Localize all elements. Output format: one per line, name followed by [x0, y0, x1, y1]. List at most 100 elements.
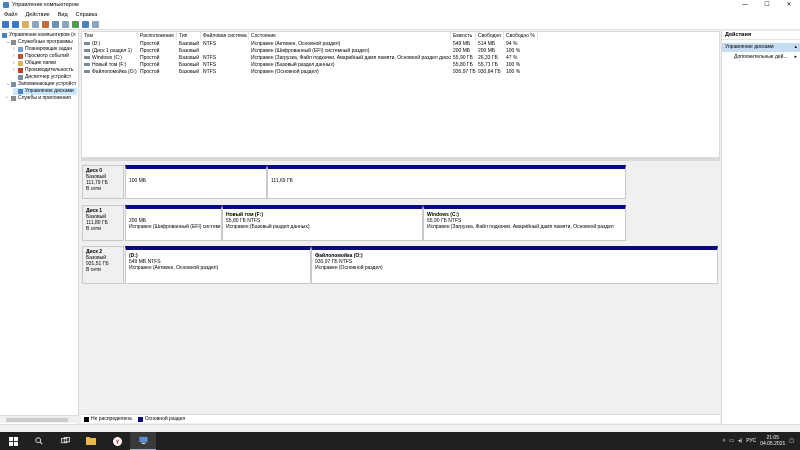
column-header-volume[interactable]: Том	[82, 32, 138, 40]
cell-capacity[interactable]: 930,97 ГБ	[451, 69, 476, 76]
column-header-filesystem[interactable]: Файловая система	[201, 32, 249, 40]
notifications-icon[interactable]: ▢	[789, 438, 794, 444]
column-header-layout[interactable]: Расположение	[138, 32, 177, 40]
cell-layout[interactable]: Простой	[138, 48, 177, 55]
start-button[interactable]	[0, 432, 26, 450]
column-header-capacity[interactable]: Емкость	[451, 32, 476, 40]
cell-volume[interactable]: Windows (C:)	[82, 55, 138, 62]
disk-0-label[interactable]: Диск 0 Базовый 111,79 ГБ В сети	[82, 165, 124, 199]
cell-type[interactable]: Базовый	[177, 48, 201, 55]
list-icon[interactable]	[92, 20, 99, 28]
taskbar-app-yandex[interactable]: Y	[104, 432, 130, 450]
cell-type[interactable]: Базовый	[177, 55, 201, 62]
tree-item-disk-management[interactable]: Управление дисками	[13, 88, 77, 95]
cell-filesystem[interactable]: NTFS	[201, 69, 249, 76]
cell-free[interactable]: 514 МБ	[476, 41, 504, 48]
cell-volume[interactable]: (D:)	[82, 41, 138, 48]
cell-free-percent[interactable]: 94 %	[504, 41, 538, 48]
search-button[interactable]	[26, 432, 52, 450]
disk-0-partition-2[interactable]: 111,69 ГБ	[267, 165, 626, 199]
menu-help[interactable]: Справка	[72, 12, 102, 18]
disk-1-partition-efi[interactable]: 200 МБ Исправен (Шифрованный (EFI) систе…	[125, 205, 222, 241]
tree-item-utilities[interactable]: ⌄ Служебные программы	[6, 39, 73, 46]
tree-root[interactable]: Управление компьютером (л	[2, 32, 76, 39]
cell-layout[interactable]: Простой	[138, 41, 177, 48]
cell-capacity[interactable]: 549 МБ	[451, 41, 476, 48]
volume-icon[interactable]: ◂)	[738, 438, 742, 444]
tree-item-device-manager[interactable]: Диспетчер устройст	[13, 74, 71, 81]
cell-status[interactable]: Исправен (Активен, Основной раздел)	[249, 41, 451, 48]
close-button[interactable]: ✕	[778, 0, 800, 10]
chevron-up-icon[interactable]: ▴	[794, 43, 797, 52]
column-header-free-percent[interactable]: Свободно %	[504, 32, 538, 40]
tree-item-shared-folders[interactable]: › Общие папки	[13, 60, 56, 67]
tree-item-task-scheduler[interactable]: › Планировщик задан	[13, 46, 72, 53]
cell-type[interactable]: Базовый	[177, 69, 201, 76]
cell-status[interactable]: Исправен (Загрузка, Файл подкачки, Авари…	[249, 55, 451, 62]
menu-file[interactable]: Файл	[0, 12, 22, 18]
disk-1-partition-f[interactable]: Новый том (F:) 55,80 ГБ NTFS Исправен (Б…	[222, 205, 423, 241]
tree-item-performance[interactable]: › Производительность	[13, 67, 74, 74]
cell-layout[interactable]: Простой	[138, 55, 177, 62]
column-header-type[interactable]: Тип	[177, 32, 201, 40]
scrollbar-thumb[interactable]	[6, 418, 68, 422]
disk-2-partition-d[interactable]: (D:) 549 МБ NTFS Исправен (Активен, Осно…	[125, 246, 311, 284]
cell-free-percent[interactable]: 100 %	[504, 48, 538, 55]
cell-capacity[interactable]: 200 МБ	[451, 48, 476, 55]
cell-free-percent[interactable]: 100 %	[504, 69, 538, 76]
cell-layout[interactable]: Простой	[138, 62, 177, 69]
cell-free[interactable]: 200 МБ	[476, 48, 504, 55]
cell-capacity[interactable]: 55,90 ГБ	[451, 55, 476, 62]
disk-icon[interactable]	[82, 20, 89, 28]
tree-item-event-viewer[interactable]: › Просмотр событий	[13, 53, 69, 60]
actions-section-disk-management[interactable]: Управление дисками ▴	[722, 43, 800, 52]
folder-up-icon[interactable]	[22, 20, 29, 28]
cell-free[interactable]: 55,71 ГБ	[476, 62, 504, 69]
cell-status[interactable]: Исправен (Базовый раздел данных)	[249, 62, 451, 69]
tree-item-services[interactable]: › Службы и приложения	[6, 95, 71, 102]
column-header-status[interactable]: Состояние	[249, 32, 451, 40]
forward-icon[interactable]	[12, 20, 19, 28]
cell-free[interactable]: 26,33 ГБ	[476, 55, 504, 62]
language-indicator[interactable]: РУС	[746, 438, 756, 444]
disk-1-label[interactable]: Диск 1 Базовый 111,80 ГБ В сети	[82, 205, 124, 241]
maximize-button[interactable]: ☐	[756, 0, 778, 10]
tree-horizontal-scrollbar[interactable]	[0, 415, 79, 423]
disk-0-partition-1[interactable]: 100 МБ	[125, 165, 267, 199]
check-icon[interactable]	[72, 20, 79, 28]
minimize-button[interactable]: —	[734, 0, 756, 10]
disk-2-partition-o[interactable]: Файлопомойка (O:) 930,97 ГБ NTFS Исправе…	[311, 246, 718, 284]
view-icon[interactable]	[62, 20, 69, 28]
show-hide-tree-icon[interactable]	[32, 20, 39, 28]
clock[interactable]: 21:05 04.05.2021	[760, 435, 785, 447]
network-icon[interactable]: ▭	[729, 438, 734, 444]
cell-filesystem[interactable]: NTFS	[201, 55, 249, 62]
menu-action[interactable]: Действие	[22, 12, 54, 18]
cell-type[interactable]: Базовый	[177, 41, 201, 48]
more-actions-item[interactable]: Дополнительные дей... ▸	[722, 52, 800, 62]
cell-status[interactable]: Исправен (Основной раздел)	[249, 69, 451, 76]
task-view-button[interactable]	[52, 432, 78, 450]
tree-item-storage[interactable]: ⌄ Запоминающие устройст	[6, 81, 76, 88]
cell-volume[interactable]: Файлопомойка (O:)	[82, 69, 138, 76]
chevron-up-icon[interactable]: ˄	[722, 438, 725, 444]
back-icon[interactable]	[2, 20, 9, 28]
taskbar-app-computer-management[interactable]	[130, 432, 156, 450]
cell-layout[interactable]: Простой	[138, 69, 177, 76]
help-icon[interactable]	[52, 20, 59, 28]
cell-filesystem[interactable]: NTFS	[201, 62, 249, 69]
cell-filesystem[interactable]	[201, 48, 249, 55]
cell-capacity[interactable]: 55,80 ГБ	[451, 62, 476, 69]
cell-type[interactable]: Базовый	[177, 62, 201, 69]
cell-volume[interactable]: Новый том (F:)	[82, 62, 138, 69]
cell-free[interactable]: 930,84 ГБ	[476, 69, 504, 76]
taskbar-app-explorer[interactable]	[78, 432, 104, 450]
disk-1-partition-c[interactable]: Windows (C:) 55,90 ГБ NTFS Исправен (Заг…	[423, 205, 626, 241]
cell-volume[interactable]: (Диск 1 раздел 1)	[82, 48, 138, 55]
menu-view[interactable]: Вид	[54, 12, 72, 18]
cell-free-percent[interactable]: 47 %	[504, 55, 538, 62]
cell-free-percent[interactable]: 100 %	[504, 62, 538, 69]
disk-2-label[interactable]: Диск 2 Базовый 931,51 ГБ В сети	[82, 246, 124, 284]
cell-status[interactable]: Исправен (Шифрованный (EFI) системный ра…	[249, 48, 451, 55]
column-header-free[interactable]: Свободно	[476, 32, 504, 40]
